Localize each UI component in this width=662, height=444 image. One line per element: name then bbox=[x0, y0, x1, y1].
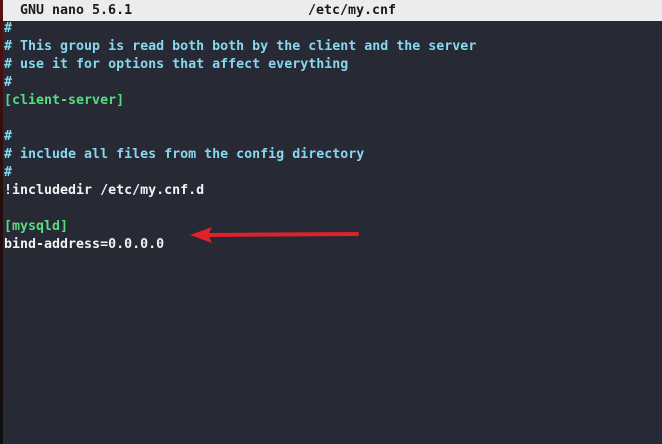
red-arrow-annotation bbox=[190, 227, 359, 243]
editor-area[interactable]: # # This group is read both both by the … bbox=[4, 20, 476, 254]
editor-line: # include all files from the config dire… bbox=[4, 147, 365, 162]
editor-line: # bbox=[4, 21, 13, 36]
editor-line: !includedir /etc/my.cnf.d bbox=[4, 183, 205, 198]
editor-line: # bbox=[4, 75, 13, 90]
window-edge bbox=[0, 0, 3, 444]
editor-line: # use it for options that affect everyth… bbox=[4, 57, 349, 72]
editor-line: # bbox=[4, 165, 13, 180]
app-version: GNU nano 5.6.1 bbox=[20, 3, 133, 18]
editor-line: [client-server] bbox=[4, 93, 125, 108]
editor-line: # bbox=[4, 129, 13, 144]
file-name: /etc/my.cnf bbox=[308, 3, 397, 18]
editor-line: # This group is read both both by the cl… bbox=[4, 39, 477, 54]
nano-title-bar: GNU nano 5.6.1 /etc/my.cnf bbox=[3, 0, 662, 21]
